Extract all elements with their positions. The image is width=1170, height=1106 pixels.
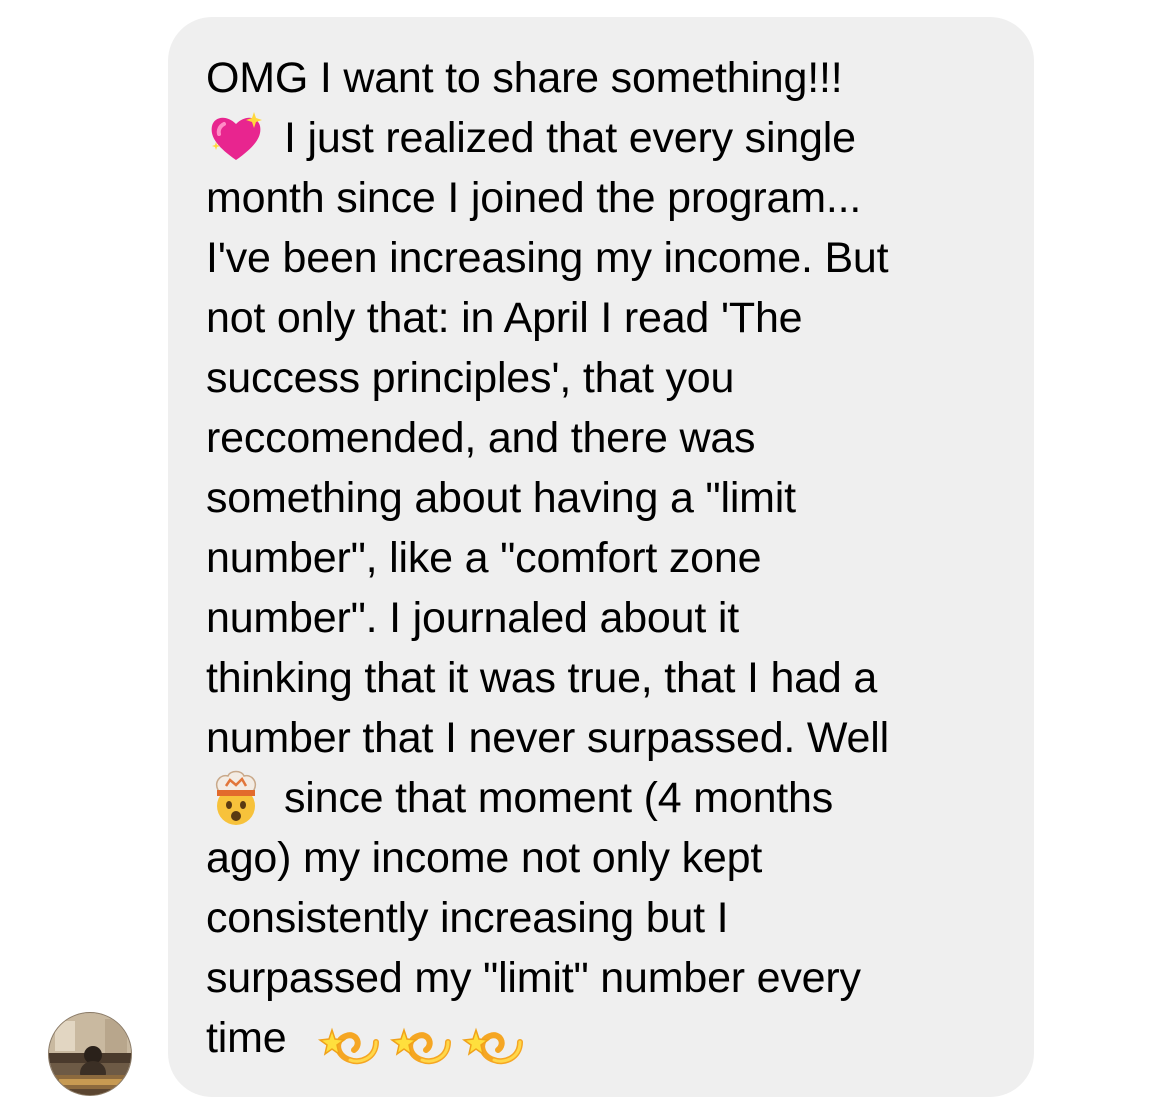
sparkling-heart-icon [206, 108, 266, 168]
message-line: not only that: in April I read 'The [206, 294, 803, 342]
message-line: reccomended, and there was [206, 414, 756, 462]
message-line: I've been increasing my income. But [206, 234, 889, 282]
message-line-text: I just realized that every single [284, 114, 856, 162]
message-line: thinking that it was true, that I had a [206, 654, 878, 702]
message-line-text: time [206, 1014, 287, 1062]
avatar[interactable] [48, 1012, 132, 1096]
message-line: consistently increasing but I [206, 894, 729, 942]
exploding-head-icon [206, 768, 266, 828]
message-line-with-emoji: time [206, 1008, 1006, 1068]
chat-screen: OMG I want to share something!!! I just … [0, 0, 1170, 1106]
message-line: number", like a "comfort zone [206, 534, 762, 582]
message-line: ago) my income not only kept [206, 834, 763, 882]
message-line-with-emoji: I just realized that every single [206, 108, 1006, 168]
message-line: month since I joined the program... [206, 174, 862, 222]
message-line-text: since that moment (4 months [284, 774, 834, 822]
message-line: surpassed my "limit" number every [206, 954, 861, 1002]
message-text: OMG I want to share something!!! I just … [206, 48, 1006, 1068]
message-line: number". I journaled about it [206, 594, 739, 642]
dizzy-icon [386, 1008, 454, 1068]
message-line: success principles', that you [206, 354, 735, 402]
message-line: something about having a "limit [206, 474, 796, 522]
message-line-with-emoji: since that moment (4 months [206, 768, 1006, 828]
dizzy-icon [314, 1008, 382, 1068]
message-line: number that I never surpassed. Well [206, 714, 889, 762]
avatar-image [49, 1013, 131, 1095]
message-line: OMG I want to share something!!! [206, 54, 843, 102]
dizzy-icon [458, 1008, 526, 1068]
